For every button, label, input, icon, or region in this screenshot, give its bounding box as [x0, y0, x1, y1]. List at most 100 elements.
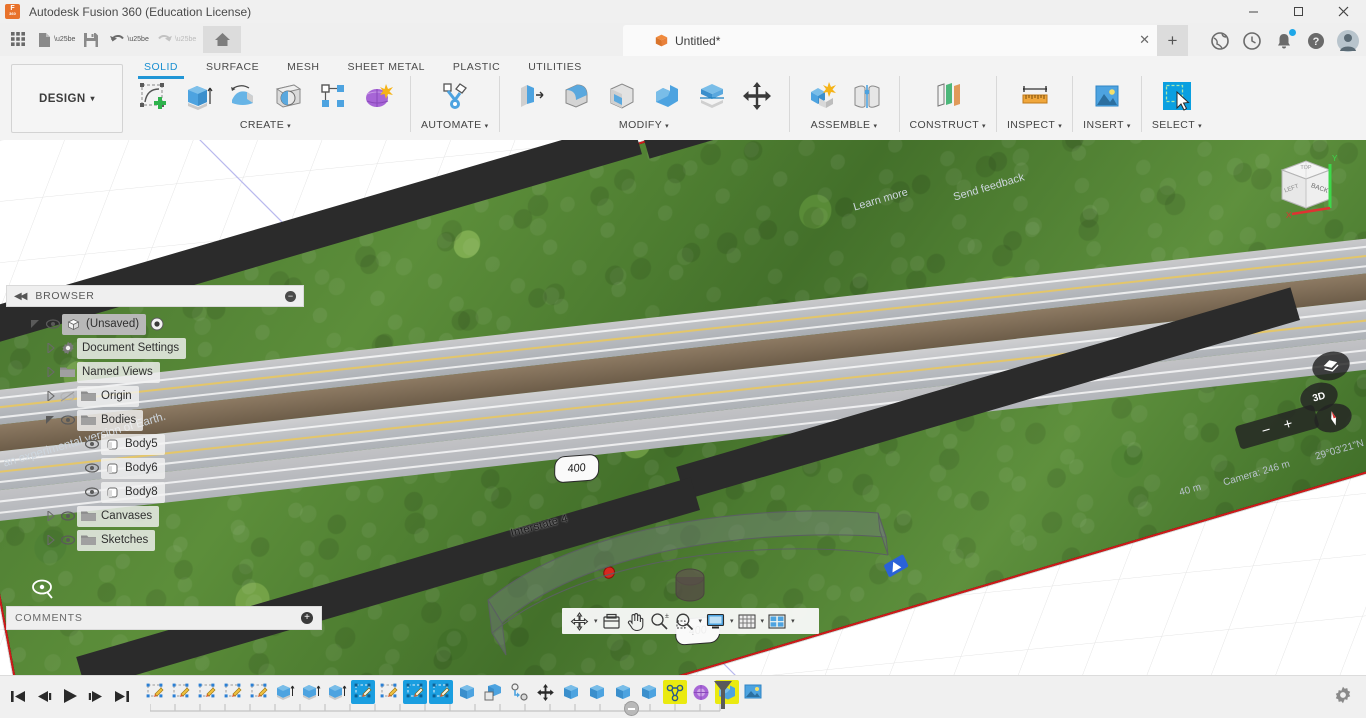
tree-item-bodies[interactable]: Bodies — [6, 408, 304, 432]
zoom-in-button[interactable]: + — [1281, 414, 1294, 433]
select-window-button[interactable] — [1155, 74, 1199, 118]
grid-snaps-button[interactable] — [736, 610, 758, 632]
comments-panel[interactable]: COMMENTS + — [6, 606, 322, 630]
visibility-eye-icon[interactable] — [43, 319, 62, 329]
timeline-settings-gear-icon[interactable] — [1334, 686, 1352, 704]
visibility-eye-icon[interactable] — [58, 415, 77, 425]
minimize-button[interactable] — [1231, 0, 1276, 23]
timeline-feature-body[interactable] — [585, 680, 609, 704]
chevron-down-icon[interactable]: \u25be — [54, 36, 75, 43]
timeline-feature-sketch[interactable] — [247, 680, 271, 704]
tree-item-origin[interactable]: Origin — [6, 384, 304, 408]
save-icon[interactable] — [78, 26, 104, 53]
expand-arrow-icon[interactable] — [28, 319, 43, 329]
step-forward-button[interactable] — [84, 682, 108, 710]
pan-button[interactable] — [625, 610, 646, 632]
maximize-button[interactable] — [1276, 0, 1321, 23]
tree-item-body5[interactable]: Body5 — [6, 432, 304, 456]
app-grid-icon[interactable] — [5, 26, 31, 53]
step-back-button[interactable] — [32, 682, 56, 710]
offset-plane-button[interactable] — [926, 74, 970, 118]
close-tab-icon[interactable]: ✕ — [1139, 33, 1150, 46]
new-document-group[interactable]: \u25be — [31, 26, 78, 53]
shell-button[interactable] — [600, 74, 644, 118]
visibility-eye-icon[interactable] — [82, 463, 101, 473]
timeline-feature-sketch[interactable] — [195, 680, 219, 704]
visibility-eye-icon[interactable] — [82, 439, 101, 449]
chevron-down-icon[interactable]: \u25be — [127, 36, 148, 43]
pattern-button[interactable] — [311, 74, 355, 118]
expand-arrow-icon[interactable] — [43, 343, 58, 353]
tree-item-named-views[interactable]: Named Views — [6, 360, 304, 384]
display-settings-button[interactable] — [704, 610, 727, 632]
expand-arrow-icon[interactable] — [43, 391, 58, 401]
world-icon[interactable] — [1206, 27, 1234, 55]
play-button[interactable] — [58, 682, 82, 710]
tree-label-wrap[interactable]: Body6 — [101, 457, 165, 479]
timeline-feature-sketch-selected[interactable] — [351, 680, 375, 704]
timeline-feature-sketch-selected[interactable] — [429, 680, 453, 704]
jump-to-beginning-button[interactable] — [6, 682, 30, 710]
document-tab[interactable]: Untitled* ✕ — [623, 25, 1164, 56]
timeline-feature-joint-warning[interactable] — [663, 680, 687, 704]
new-component-button[interactable] — [800, 74, 844, 118]
create-sketch-button[interactable] — [131, 74, 175, 118]
timeline-feature-sketch[interactable] — [143, 680, 167, 704]
minimize-panel-icon[interactable]: − — [285, 290, 296, 302]
insert-canvas-button[interactable] — [1085, 74, 1129, 118]
expand-arrow-icon[interactable] — [43, 367, 58, 377]
redo-group[interactable]: \u25be — [152, 26, 199, 53]
collapse-panel-icon[interactable]: ◀◀ — [14, 291, 27, 302]
tree-label-wrap[interactable]: Canvases — [77, 505, 160, 527]
tree-item-body8[interactable]: Body8 — [6, 480, 304, 504]
timeline-feature-form[interactable] — [689, 680, 713, 704]
tree-label-wrap[interactable]: Named Views — [77, 361, 160, 383]
timeline-feature-sketch[interactable] — [221, 680, 245, 704]
chevron-down-icon[interactable]: ▾ — [791, 617, 795, 625]
move-copy-button[interactable] — [735, 74, 779, 118]
visibility-eye-off-icon[interactable] — [58, 391, 77, 402]
end-of-timeline-marker[interactable] — [712, 680, 734, 710]
timeline-feature-sketch[interactable] — [377, 680, 401, 704]
combine-button[interactable] — [645, 74, 689, 118]
tree-item-body6[interactable]: Body6 — [6, 456, 304, 480]
new-tab-button[interactable]: + — [1157, 25, 1188, 56]
zoom-out-button[interactable]: − — [1260, 421, 1273, 440]
help-icon[interactable]: ? — [1302, 27, 1330, 55]
look-at-button[interactable] — [600, 610, 623, 632]
expand-arrow-icon[interactable] — [43, 535, 58, 545]
tree-label-wrap[interactable]: Body8 — [101, 481, 165, 503]
view-cube[interactable]: TOP LEFT BACK Y X — [1266, 152, 1346, 230]
timeline-feature-copy[interactable] — [481, 680, 505, 704]
visibility-eye-icon[interactable] — [58, 535, 77, 545]
measure-button[interactable] — [1013, 74, 1057, 118]
chevron-down-icon[interactable]: \u25be — [175, 36, 196, 43]
fillet-button[interactable] — [555, 74, 599, 118]
chevron-down-icon[interactable]: ▾ — [761, 617, 765, 625]
tree-item-sketches[interactable]: Sketches — [6, 528, 304, 552]
tree-label-wrap[interactable]: Document Settings — [77, 337, 187, 359]
timeline-feature-move[interactable] — [533, 680, 557, 704]
joint-button[interactable] — [845, 74, 889, 118]
fit-button[interactable] — [673, 610, 696, 632]
bridge-body-geometry[interactable] — [478, 495, 908, 675]
timeline-feature-sketch-selected[interactable] — [403, 680, 427, 704]
orbit-button[interactable] — [568, 610, 591, 632]
tree-label-wrap[interactable]: Body5 — [101, 433, 165, 455]
create-form-button[interactable] — [356, 74, 400, 118]
automate-button[interactable] — [433, 74, 477, 118]
chevron-down-icon[interactable]: ▾ — [699, 617, 703, 625]
tree-item-document-settings[interactable]: Document Settings — [6, 336, 304, 360]
press-pull-button[interactable] — [510, 74, 554, 118]
timeline-feature-body[interactable] — [637, 680, 661, 704]
undo-group[interactable]: \u25be — [104, 26, 151, 53]
visibility-eye-icon[interactable] — [58, 511, 77, 521]
sweep-button[interactable] — [266, 74, 310, 118]
timeline-feature-extrude[interactable] — [299, 680, 323, 704]
viewport-3d[interactable]: 400 400 an experimental version of Earth… — [0, 140, 1366, 676]
timeline-feature-extrude[interactable] — [273, 680, 297, 704]
workspace-selector[interactable]: DESIGN ▾ — [11, 64, 123, 133]
viewports-button[interactable] — [766, 610, 788, 632]
extrude-button[interactable] — [176, 74, 220, 118]
expand-arrow-icon[interactable] — [43, 511, 58, 521]
